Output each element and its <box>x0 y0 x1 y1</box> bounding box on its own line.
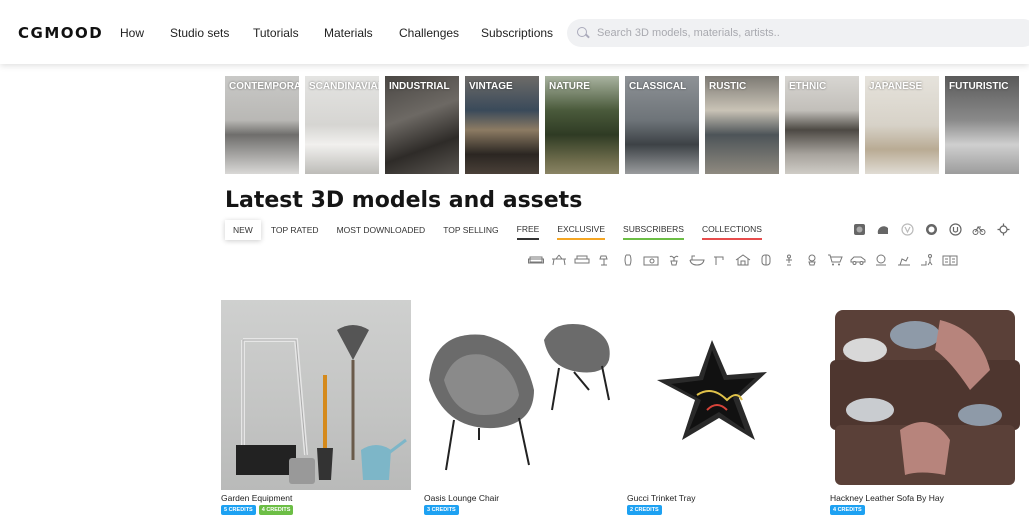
flower-icon[interactable] <box>804 253 820 267</box>
style-label: CONTEMPORARY <box>229 81 299 92</box>
figure-icon[interactable] <box>781 253 797 267</box>
product-card[interactable]: Oasis Lounge Chair 3 CREDITS <box>424 300 614 515</box>
tab-free[interactable]: FREE <box>516 219 540 240</box>
tab-most-downloaded[interactable]: MOST DOWNLOADED <box>337 220 426 239</box>
product-card[interactable]: Garden Equipment 5 CREDITS 4 CREDITS <box>221 300 411 515</box>
plant-icon[interactable] <box>666 253 682 267</box>
nav-studio-sets[interactable]: Studio sets <box>170 26 229 40</box>
product-title[interactable]: Gucci Trinket Tray <box>627 493 817 503</box>
credit-badge: 2 CREDITS <box>627 505 662 515</box>
style-categories: CONTEMPORARY SCANDINAVIAN INDUSTRIAL VIN… <box>225 76 1019 174</box>
category-filter-row <box>528 253 958 267</box>
style-label: JAPANESE <box>869 81 923 92</box>
top-navbar: CGMOOD How Studio sets Tutorials Materia… <box>0 0 1029 64</box>
style-label: CLASSICAL <box>629 81 687 92</box>
style-tile-rustic[interactable]: RUSTIC <box>705 76 779 174</box>
render-filter-row <box>851 222 1011 236</box>
page-title: Latest 3D models and assets <box>225 188 583 213</box>
product-image-garden-equipment[interactable] <box>221 300 411 490</box>
logo[interactable]: CGMOOD <box>18 24 103 42</box>
nav-how[interactable]: How <box>120 26 144 40</box>
bath-icon[interactable] <box>689 253 705 267</box>
door-icon[interactable] <box>758 253 774 267</box>
product-image-gucci-trinket-tray[interactable] <box>627 300 817 490</box>
tab-subscribers[interactable]: SUBSCRIBERS <box>623 219 684 240</box>
style-label: FUTURISTIC <box>949 81 1009 92</box>
style-tile-vintage[interactable]: VINTAGE <box>465 76 539 174</box>
nav-tutorials[interactable]: Tutorials <box>253 26 299 40</box>
shape-icon[interactable] <box>875 222 891 236</box>
tab-top-rated[interactable]: TOP RATED <box>271 220 319 239</box>
house-icon[interactable] <box>735 253 751 267</box>
car-icon[interactable] <box>850 253 866 267</box>
product-image-hackney-leather-sofa[interactable] <box>830 300 1020 490</box>
clock-icon[interactable] <box>873 253 889 267</box>
filter-tabs: NEW TOP RATED MOST DOWNLOADED TOP SELLIN… <box>225 219 780 240</box>
style-label: SCANDINAVIAN <box>309 81 379 92</box>
vase-icon[interactable] <box>620 253 636 267</box>
tab-top-selling[interactable]: TOP SELLING <box>443 220 498 239</box>
vray-icon[interactable] <box>899 222 915 236</box>
style-label: VINTAGE <box>469 81 513 92</box>
style-tile-classical[interactable]: CLASSICAL <box>625 76 699 174</box>
product-card[interactable]: Hackney Leather Sofa By Hay 4 CREDITS <box>830 300 1020 515</box>
credit-badges: 5 CREDITS 4 CREDITS <box>221 505 411 515</box>
credit-badge: 3 CREDITS <box>424 505 459 515</box>
style-label: RUSTIC <box>709 81 747 92</box>
product-card[interactable]: Gucci Trinket Tray 2 CREDITS <box>627 300 817 515</box>
style-label: NATURE <box>549 81 590 92</box>
book-icon[interactable] <box>942 253 958 267</box>
style-tile-industrial[interactable]: INDUSTRIAL <box>385 76 459 174</box>
gear-icon[interactable] <box>995 222 1011 236</box>
lamp-icon[interactable] <box>597 253 613 267</box>
style-tile-scandinavian[interactable]: SCANDINAVIAN <box>305 76 379 174</box>
product-title[interactable]: Oasis Lounge Chair <box>424 493 614 503</box>
cart-icon[interactable] <box>827 253 843 267</box>
bicycle-icon[interactable] <box>971 222 987 236</box>
style-label: ETHNIC <box>789 81 827 92</box>
bed-icon[interactable] <box>574 253 590 267</box>
faucet-icon[interactable] <box>712 253 728 267</box>
render-engine-icon[interactable] <box>851 222 867 236</box>
nav-materials[interactable]: Materials <box>324 26 373 40</box>
style-tile-futuristic[interactable]: FUTURISTIC <box>945 76 1019 174</box>
style-tile-nature[interactable]: NATURE <box>545 76 619 174</box>
product-title[interactable]: Hackney Leather Sofa By Hay <box>830 493 1020 503</box>
toy-icon[interactable] <box>896 253 912 267</box>
style-tile-contemporary[interactable]: CONTEMPORARY <box>225 76 299 174</box>
corona-icon[interactable] <box>923 222 939 236</box>
style-label: INDUSTRIAL <box>389 81 450 92</box>
sofa-icon[interactable] <box>528 253 544 267</box>
product-image-oasis-lounge-chair[interactable] <box>424 300 614 490</box>
style-tile-ethnic[interactable]: ETHNIC <box>785 76 859 174</box>
credit-badges: 3 CREDITS <box>424 505 614 515</box>
style-tile-japanese[interactable]: JAPANESE <box>865 76 939 174</box>
search-box <box>567 19 1029 47</box>
credit-badge: 4 CREDITS <box>258 505 294 515</box>
credit-badge: 5 CREDITS <box>221 505 256 515</box>
credit-badge: 4 CREDITS <box>830 505 865 515</box>
product-title[interactable]: Garden Equipment <box>221 493 411 503</box>
tab-new[interactable]: NEW <box>225 219 261 240</box>
unreal-icon[interactable] <box>947 222 963 236</box>
search-icon <box>577 27 589 39</box>
table-icon[interactable] <box>551 253 567 267</box>
tab-exclusive[interactable]: EXCLUSIVE <box>557 219 606 240</box>
person-icon[interactable] <box>919 253 935 267</box>
nav-challenges[interactable]: Challenges <box>399 26 459 40</box>
nav-subscriptions[interactable]: Subscriptions <box>481 26 553 40</box>
credit-badges: 2 CREDITS <box>627 505 817 515</box>
tab-collections[interactable]: COLLECTIONS <box>701 219 762 240</box>
credit-badges: 4 CREDITS <box>830 505 1020 515</box>
search-input[interactable] <box>597 27 1017 39</box>
kitchen-icon[interactable] <box>643 253 659 267</box>
